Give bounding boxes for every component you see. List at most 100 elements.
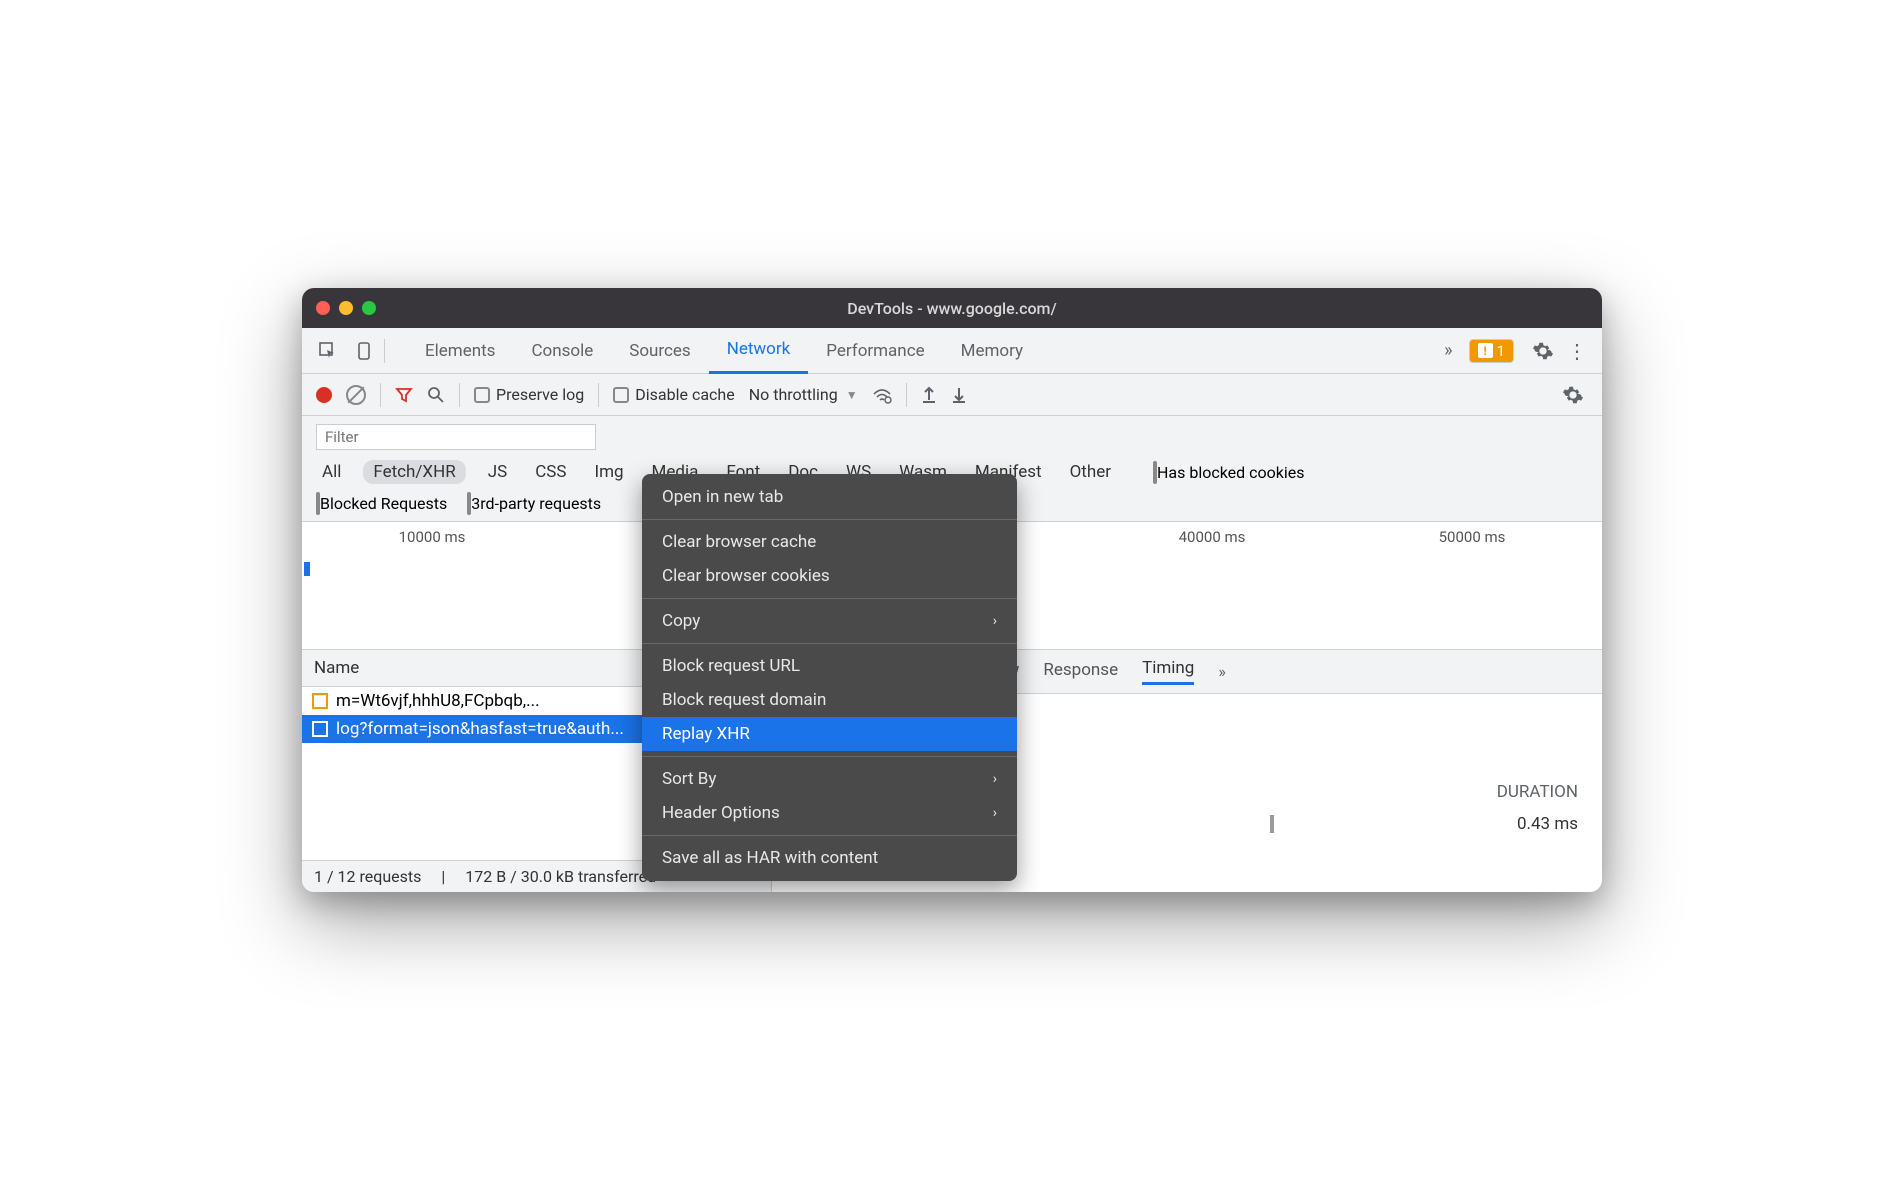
warning-count: 1 [1497,342,1505,360]
more-menu-icon[interactable]: ⋮ [1562,336,1592,366]
tab-performance[interactable]: Performance [808,328,942,374]
throttling-value: No throttling [749,385,838,404]
filter-type-css[interactable]: CSS [529,460,572,484]
timeline-tick: 10000 ms [399,528,466,546]
request-name: log?format=json&hasfast=true&auth... [336,719,624,739]
tab-memory[interactable]: Memory [943,328,1041,374]
panel-tabs: ElementsConsoleSourcesNetworkPerformance… [407,328,1440,374]
context-item-label: Save all as HAR with content [662,848,878,868]
tab-sources[interactable]: Sources [611,328,708,374]
filter-type-img[interactable]: Img [588,460,629,484]
detail-tab-response[interactable]: Response [1043,660,1118,684]
tab-console[interactable]: Console [513,328,611,374]
devtools-window: DevTools - www.google.com/ ElementsConso… [302,288,1602,892]
timeline-tick: 40000 ms [1179,528,1246,546]
filter-funnel-icon[interactable] [395,386,413,404]
device-toggle-icon[interactable] [348,335,380,367]
filter-type-js[interactable]: JS [482,460,513,484]
tab-elements[interactable]: Elements [407,328,513,374]
upload-har-icon[interactable] [921,386,937,404]
separator [598,383,599,407]
traffic-lights [316,301,376,315]
network-toolbar: Preserve log Disable cache No throttling… [302,374,1602,416]
filter-type-fetch-xhr[interactable]: Fetch/XHR [363,460,465,484]
chevron-right-icon: › [993,613,997,629]
context-separator [642,835,1017,836]
preserve-log-checkbox[interactable]: Preserve log [474,385,584,404]
context-item-save-all-as-har-with-content[interactable]: Save all as HAR with content [642,841,1017,875]
has-blocked-cookies-label: Has blocked cookies [1157,463,1305,482]
chevron-down-icon: ▼ [846,388,858,402]
record-button[interactable] [316,387,332,403]
more-detail-tabs-icon[interactable]: » [1218,662,1226,681]
chevron-right-icon: › [993,771,997,787]
context-item-label: Block request domain [662,690,826,710]
settings-gear-icon[interactable] [1528,336,1558,366]
disable-cache-checkbox[interactable]: Disable cache [613,385,734,404]
request-type-icon [312,693,328,709]
titlebar: DevTools - www.google.com/ [302,288,1602,328]
network-conditions-icon[interactable] [872,386,892,404]
tab-network[interactable]: Network [709,328,809,374]
main-tabbar: ElementsConsoleSourcesNetworkPerformance… [302,328,1602,374]
context-item-label: Sort By [662,769,716,789]
filter-type-other[interactable]: Other [1064,460,1117,484]
download-har-icon[interactable] [951,386,967,404]
checkbox-icon [613,387,629,403]
context-item-label: Copy [662,611,700,631]
context-item-label: Clear browser cookies [662,566,830,586]
context-item-block-request-url[interactable]: Block request URL [642,649,1017,683]
queueing-bar [1270,815,1274,833]
has-blocked-cookies-checkbox[interactable]: Has blocked cookies [1153,463,1305,482]
context-separator [642,643,1017,644]
context-separator [642,519,1017,520]
context-item-copy[interactable]: Copy › [642,604,1017,638]
context-separator [642,756,1017,757]
request-count: 1 / 12 requests [314,867,421,886]
context-item-header-options[interactable]: Header Options › [642,796,1017,830]
minimize-window-button[interactable] [339,301,353,315]
network-settings-gear-icon[interactable] [1558,380,1588,410]
context-item-label: Block request URL [662,656,800,676]
context-item-label: Open in new tab [662,487,783,507]
context-item-open-in-new-tab[interactable]: Open in new tab [642,480,1017,514]
clear-button[interactable] [346,385,366,405]
preserve-log-label: Preserve log [496,385,584,404]
search-icon[interactable] [427,386,445,404]
inspect-element-icon[interactable] [312,335,344,367]
context-item-clear-browser-cookies[interactable]: Clear browser cookies [642,559,1017,593]
detail-tab-timing[interactable]: Timing [1142,658,1194,685]
context-item-replay-xhr[interactable]: Replay XHR [642,717,1017,751]
context-item-clear-browser-cache[interactable]: Clear browser cache [642,525,1017,559]
duration-header: DURATION [1497,782,1578,802]
status-separator: | [441,867,445,886]
maximize-window-button[interactable] [362,301,376,315]
filter-input[interactable] [316,424,596,450]
transferred-size: 172 B / 30.0 kB transferred [465,867,656,886]
separator [906,383,907,407]
context-item-sort-by[interactable]: Sort By › [642,762,1017,796]
checkbox-icon [474,387,490,403]
filter-type-all[interactable]: All [316,460,347,484]
request-type-icon [312,721,328,737]
blocked-requests-label: Blocked Requests [320,494,447,513]
context-item-block-request-domain[interactable]: Block request domain [642,683,1017,717]
timeline-marker [304,562,310,576]
blocked-requests-checkbox[interactable]: Blocked Requests [316,494,447,513]
timeline-tick: 50000 ms [1439,528,1506,546]
context-separator [642,598,1017,599]
queueing-value: 0.43 ms [1517,814,1578,834]
more-tabs-icon[interactable]: » [1444,340,1452,361]
window-title: DevTools - www.google.com/ [302,299,1602,318]
throttling-dropdown[interactable]: No throttling ▼ [749,385,858,404]
context-item-label: Header Options [662,803,780,823]
chevron-right-icon: › [993,805,997,821]
warnings-badge[interactable]: 1 [1469,339,1514,363]
request-name: m=Wt6vjf,hhhU8,FCpbqb,... [336,691,540,711]
context-item-label: Replay XHR [662,724,750,744]
third-party-checkbox[interactable]: 3rd-party requests [467,494,601,513]
separator [459,383,460,407]
close-window-button[interactable] [316,301,330,315]
context-menu: Open in new tab Clear browser cache Clear … [642,474,1017,881]
third-party-label: 3rd-party requests [471,494,601,513]
